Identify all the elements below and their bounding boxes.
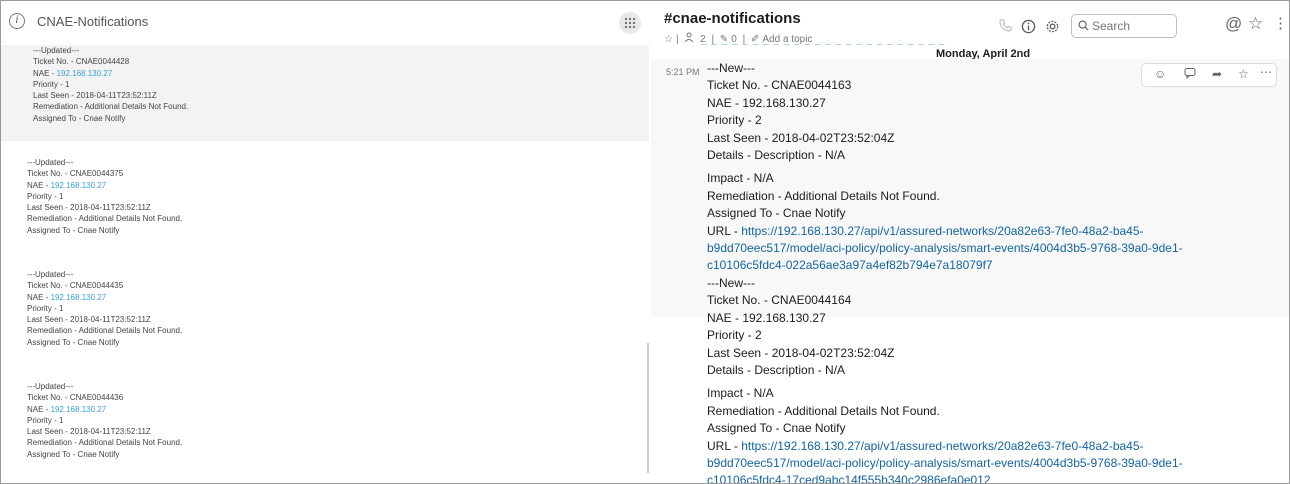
ticket-assigned: Assigned To - Cnae Notify [27,337,120,347]
ticket-number: Ticket No. - CNAE0044436 [27,393,124,403]
ticket-priority: Priority - 1 [27,415,64,425]
ticket-nae: NAE - 192.168.130.27 [27,404,641,415]
nae-label: NAE - [33,68,57,78]
msg-impact: Impact - N/A [707,386,774,401]
msg-impact: Impact - N/A [707,171,774,186]
url-label: URL - [707,438,742,453]
ticket-header: ---Updated--- [27,158,74,167]
list-item[interactable]: ---Updated--- Ticket No. - CNAE0044436 N… [21,381,641,460]
nae-ip-link[interactable]: 192.168.130.27 [51,181,107,190]
ticket-number: Ticket No. - CNAE0044428 [33,57,130,67]
truncated-previous-message: ‒ ‒ ‒ ‒ ‒ ‒ ‒ ‒ ‒ ‒ ‒ ‒ ‒ ‒ ‒ ‒ ‒ ‒ ‒ ‒ … [701,39,946,50]
ticket-nae: NAE - 192.168.130.27 [27,180,641,191]
ticket-header: ---Updated--- [27,270,74,279]
msg-remediation: Remediation - Additional Details Not Fou… [707,188,940,203]
ticket-last-seen: Last Seen - 2018-04-11T23:52:11Z [33,91,157,101]
star-icon[interactable]: ☆ [1248,14,1263,34]
ticket-assigned: Assigned To - Cnae Notify [27,225,120,235]
phone-icon[interactable] [999,19,1012,36]
apps-grid-icon[interactable] [619,12,641,34]
more-vertical-icon[interactable]: ⋮ [1273,14,1288,32]
ticket-priority: Priority - 1 [27,303,64,313]
gear-icon[interactable] [1045,19,1060,38]
msg-last-seen: Last Seen - 2018-04-02T23:52:04Z [707,345,895,360]
mentions-icon[interactable]: @ [1225,14,1242,34]
msg-header: ---New--- [707,276,755,290]
url-link[interactable]: c10106c5fdc4-17ced9abc14f555b340c2986efa… [707,472,1277,483]
nae-label: NAE - [27,180,51,190]
ticket-remediation: Remediation - Additional Details Not Fou… [27,326,183,336]
divider: | [675,34,679,45]
ticket-number: Ticket No. - CNAE0044375 [27,169,124,179]
msg-last-seen: Last Seen - 2018-04-02T23:52:04Z [707,130,895,145]
ticket-header: ---Updated--- [33,46,80,55]
msg-assigned: Assigned To - Cnae Notify [707,421,846,436]
msg-url: URL - https://192.168.130.27/api/v1/assu… [707,438,1277,455]
msg-ticket: Ticket No. - CNAE0044164 [707,293,852,308]
ticket-header: ---Updated--- [27,382,74,391]
ticket-remediation: Remediation - Additional Details Not Fou… [33,102,189,112]
nae-label: NAE - [27,292,51,302]
msg-priority: Priority - 2 [707,113,762,128]
msg-details: Details - Description - N/A [707,363,846,378]
panel-resize-handle[interactable] [647,343,649,473]
msg-nae: NAE - 192.168.130.27 [707,310,826,325]
nae-ip-link[interactable]: 192.168.130.27 [57,69,113,78]
ticket-nae: NAE - 192.168.130.27 [33,68,649,79]
ticket-assigned: Assigned To - Cnae Notify [27,449,120,459]
msg-header: ---New--- [707,61,755,75]
message-timestamp[interactable]: 5:21 PM [666,67,700,77]
nae-label: NAE - [27,404,51,414]
url-link[interactable]: b9dd70eec517/model/aci-policy/policy-ana… [707,455,1277,472]
url-link[interactable]: b9dd70eec517/model/aci-policy/policy-ana… [707,240,1277,257]
ticket-number: Ticket No. - CNAE0044435 [27,281,124,291]
search-input[interactable] [1090,18,1178,34]
info-icon[interactable]: i [9,13,25,29]
left-header: i CNAE-Notifications [1,1,649,46]
ticket-priority: Priority - 1 [33,79,70,89]
search-box[interactable] [1071,14,1178,38]
info-icon[interactable] [1021,19,1036,38]
nae-ip-link[interactable]: 192.168.130.27 [51,293,107,302]
message-body: ---New--- Ticket No. - CNAE0044163 NAE -… [707,60,1277,275]
url-link[interactable]: c10106c5fdc4-022a56ae3a97a4ef82b794e7a18… [707,257,1277,274]
ticket-remediation: Remediation - Additional Details Not Fou… [27,438,183,448]
list-item[interactable]: ---Updated--- Ticket No. - CNAE0044435 N… [21,269,641,348]
url-link[interactable]: https://192.168.130.27/api/v1/assured-ne… [741,439,1143,453]
star-icon[interactable]: ☆ [664,34,673,45]
ticket-assigned: Assigned To - Cnae Notify [33,113,126,123]
ticket-last-seen: Last Seen - 2018-04-11T23:52:11Z [27,427,151,437]
ticket-remediation: Remediation - Additional Details Not Fou… [27,214,183,224]
ticket-last-seen: Last Seen - 2018-04-11T23:52:11Z [27,203,151,213]
ticket-last-seen: Last Seen - 2018-04-11T23:52:11Z [27,315,151,325]
msg-nae: NAE - 192.168.130.27 [707,95,826,110]
left-panel-title: CNAE-Notifications [37,14,149,29]
app-window: i CNAE-Notifications ---Updated--- Ticke… [0,0,1290,484]
msg-remediation: Remediation - Additional Details Not Fou… [707,403,940,418]
channel-name[interactable]: #cnae-notifications [664,10,801,27]
list-item[interactable]: ---Updated--- Ticket No. - CNAE0044428 N… [1,45,649,141]
nae-ip-link[interactable]: 192.168.130.27 [51,405,107,414]
msg-ticket: Ticket No. - CNAE0044163 [707,78,852,93]
msg-details: Details - Description - N/A [707,148,846,163]
msg-assigned: Assigned To - Cnae Notify [707,206,846,221]
members-icon[interactable] [684,32,697,45]
left-panel: i CNAE-Notifications ---Updated--- Ticke… [1,1,649,483]
search-icon [1078,20,1089,31]
ticket-nae: NAE - 192.168.130.27 [27,292,641,303]
url-link[interactable]: https://192.168.130.27/api/v1/assured-ne… [741,224,1143,238]
message-body: ---New--- Ticket No. - CNAE0044164 NAE -… [707,275,1277,483]
msg-url: URL - https://192.168.130.27/api/v1/assu… [707,223,1277,240]
channel-panel: #cnae-notifications ☆ | 2 | ✎ 0 | ✐ Add a t… [651,1,1289,483]
msg-priority: Priority - 2 [707,328,762,343]
list-item[interactable]: ---Updated--- Ticket No. - CNAE0044375 N… [21,157,641,236]
message-list: ‒ ‒ ‒ ‒ ‒ ‒ ‒ ‒ ‒ ‒ ‒ ‒ ‒ ‒ ‒ ‒ ‒ ‒ ‒ ‒ … [651,39,1289,483]
url-label: URL - [707,223,742,238]
ticket-priority: Priority - 1 [27,191,64,201]
